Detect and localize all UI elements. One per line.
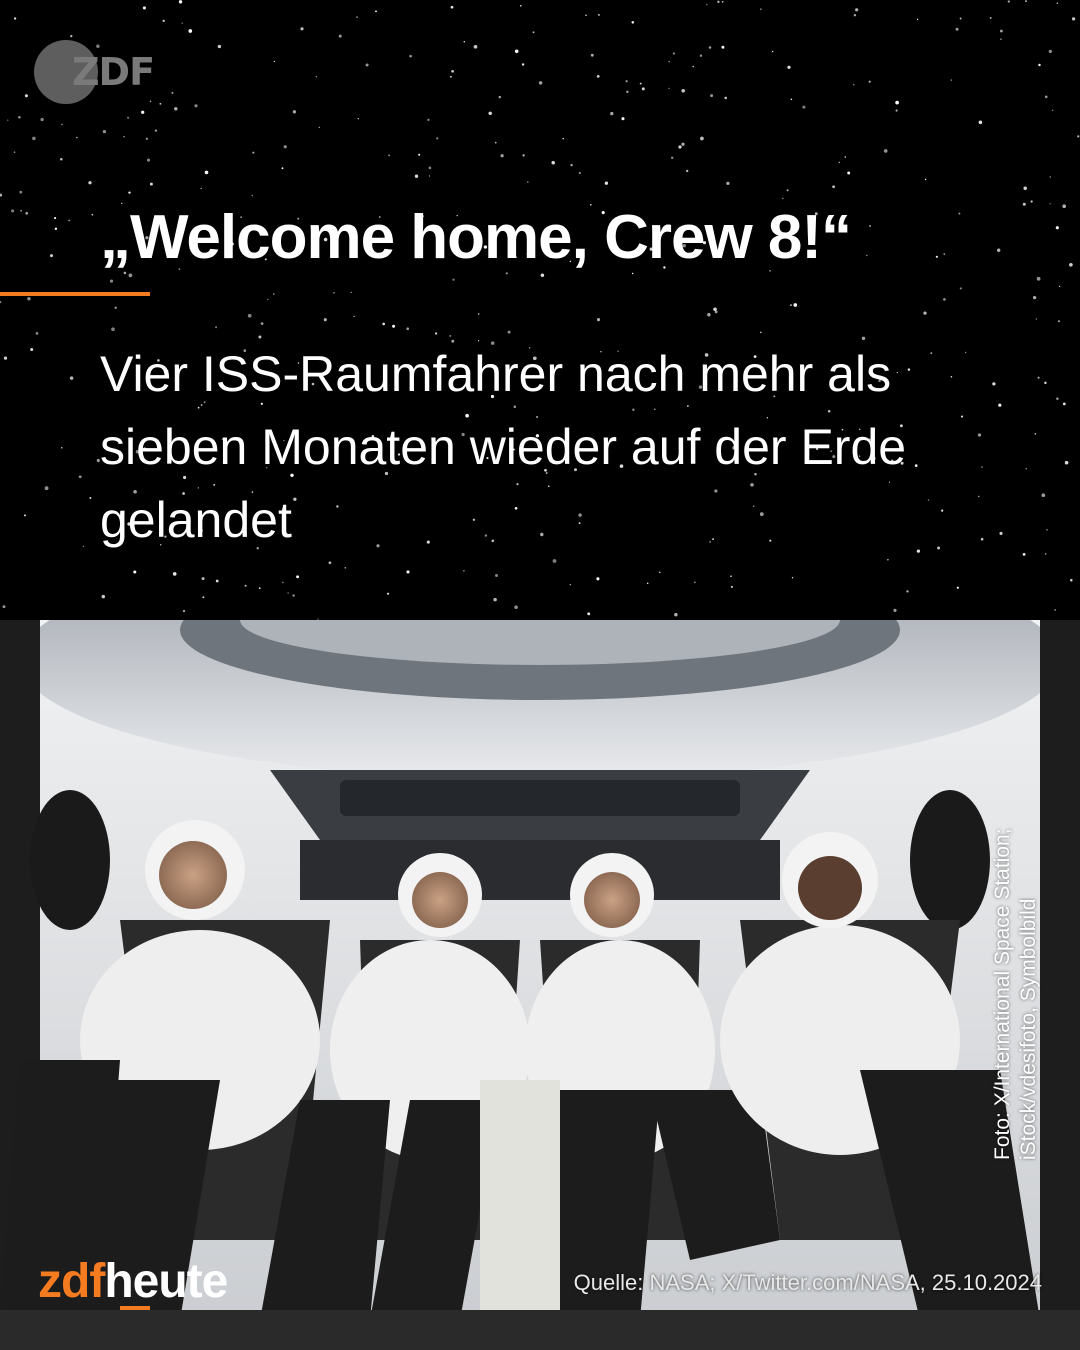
- brand-heute: heute: [104, 1255, 228, 1308]
- zdfheute-logo: zdfheute: [38, 1252, 228, 1312]
- subline: Vier ISS-Raumfahrer nach mehr als sieben…: [100, 346, 907, 548]
- photo-credit: Foto: X/International Space Station; iSt…: [991, 828, 1040, 1160]
- accent-divider: [0, 292, 150, 296]
- brand-underline: [120, 1306, 150, 1310]
- header-panel: ZDF „Welcome home, Crew 8!“ Vier ISS-Rau…: [0, 0, 1080, 620]
- headline: „Welcome home, Crew 8!“: [100, 203, 852, 272]
- capsule-illustration: [0, 620, 1080, 1350]
- zdf-logo-text: ZDF: [72, 50, 155, 94]
- source-note: Quelle: NASA; X/Twitter.com/NASA, 25.10.…: [573, 1270, 1042, 1295]
- brand-zdf: zdf: [38, 1255, 105, 1308]
- crew-photo: [0, 620, 1080, 1350]
